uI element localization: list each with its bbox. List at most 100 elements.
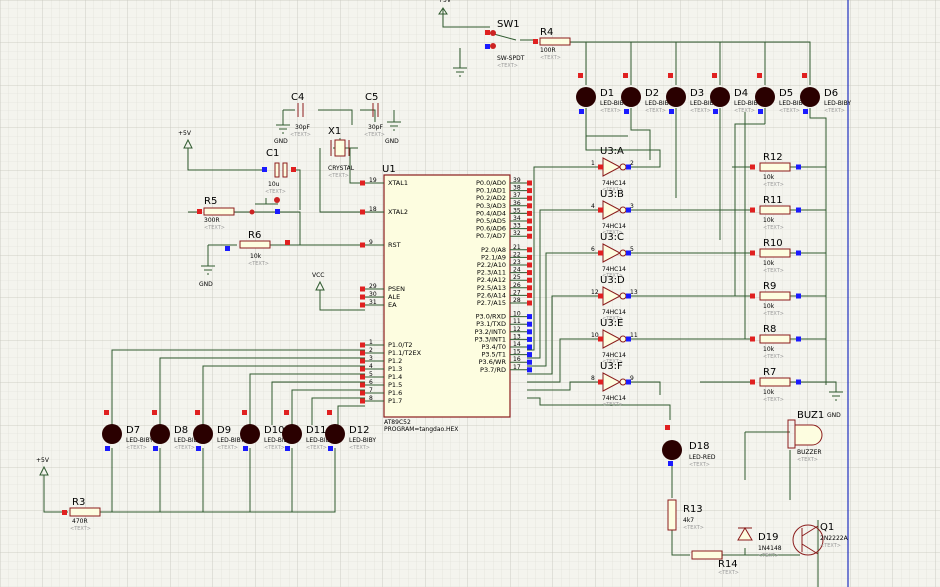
led-body <box>800 87 820 107</box>
inverter-part: 74HC14 <box>602 266 626 273</box>
mcu-pin-number: 26 <box>513 282 521 289</box>
gnd-c5-label: GND <box>385 138 399 145</box>
pin-marker <box>527 203 532 209</box>
mcu-pin-number: 24 <box>513 267 521 274</box>
buz1-ref: BUZ1 <box>797 410 824 421</box>
mcu-program: PROGRAM=tangdao.HEX <box>384 426 458 433</box>
mcu-pin-number: 12 <box>513 326 521 333</box>
pin-marker <box>360 242 365 248</box>
pin-marker <box>360 342 365 348</box>
resistor-value: 10k <box>763 303 775 310</box>
plus5v-top-label: +5V <box>438 0 452 4</box>
pin-marker <box>360 302 365 308</box>
led-text: <TEXT> <box>349 445 370 451</box>
led-part: LED-BIBY <box>126 437 153 444</box>
vcc-label: VCC <box>312 272 324 279</box>
r3-value: 470R <box>72 518 88 525</box>
gnd-c4-label: GND <box>274 138 288 145</box>
inverter-bubble <box>619 292 627 300</box>
pin-marker <box>360 209 365 215</box>
led-ref: D8 <box>174 425 188 436</box>
mcu-pin-number: 27 <box>513 289 521 296</box>
pin-marker <box>598 336 603 342</box>
c4-text: <TEXT> <box>290 132 311 138</box>
r14-ref: R14 <box>718 559 738 570</box>
inverter-part: 74HC14 <box>602 223 626 230</box>
led-text: <TEXT> <box>264 445 285 451</box>
mcu-pin-name: ALE <box>388 293 400 301</box>
sw1-text: <TEXT> <box>497 63 518 69</box>
pin-marker <box>624 109 629 114</box>
resistor-value: 10k <box>763 346 775 353</box>
pin-marker <box>527 344 532 350</box>
pin-marker <box>527 321 532 327</box>
inverter-bubble <box>619 163 627 171</box>
mcu-pin-number: 3 <box>369 355 373 362</box>
pin-marker <box>750 336 755 342</box>
gnd-right-label: GND <box>827 412 841 419</box>
inverter-ref: U3:C <box>600 232 624 243</box>
mcu-pin-name: P3.7/RD <box>480 366 506 374</box>
pin-marker <box>527 285 532 291</box>
mcu-pin-number: 4 <box>369 363 373 370</box>
mcu-pin-name: P1.0/T2 <box>388 341 413 349</box>
mcu-pin-number: 16 <box>513 356 521 363</box>
pin-marker <box>527 226 532 232</box>
schematic-canvas[interactable]: U1 AT89C52 PROGRAM=tangdao.HEX XTAL119XT… <box>0 0 940 587</box>
inverter-part: 74HC14 <box>602 309 626 316</box>
pin-marker <box>243 446 248 451</box>
pin-marker <box>598 207 603 213</box>
pin-marker <box>360 286 365 292</box>
led-text: <TEXT> <box>645 108 666 114</box>
pin-marker <box>152 410 157 415</box>
resistor-text: <TEXT> <box>763 268 784 274</box>
mcu-pin-number: 2 <box>369 347 373 354</box>
mcu-u1[interactable]: U1 AT89C52 PROGRAM=tangdao.HEX XTAL119XT… <box>360 164 532 433</box>
mcu-pin-name: EA <box>388 301 397 309</box>
pin-marker <box>360 180 365 186</box>
pin-marker <box>803 109 808 114</box>
pin-marker <box>527 218 532 224</box>
q1-text: <TEXT> <box>820 543 841 549</box>
mcu-pin-name: P1.6 <box>388 389 402 397</box>
resistor-body <box>759 248 791 258</box>
resistor-body <box>759 334 791 344</box>
inverter-part: 74HC14 <box>602 395 626 402</box>
led-ref: D10 <box>264 425 284 436</box>
pin-marker <box>527 329 532 335</box>
pin-marker <box>796 164 801 170</box>
mcu-pin-name: RST <box>388 241 401 249</box>
r6-text: <TEXT> <box>248 261 269 267</box>
r4-text: <TEXT> <box>540 55 561 61</box>
mcu-pin-number: 13 <box>513 333 521 340</box>
pin-marker <box>712 73 717 78</box>
led-ref: D2 <box>645 88 659 99</box>
pin-marker <box>285 446 290 451</box>
q1-part: 2N2222A <box>820 535 849 542</box>
inverter-pin-out: 13 <box>630 289 638 296</box>
pin-marker <box>105 446 110 451</box>
pin-marker <box>713 109 718 114</box>
mcu-pin-name: P1.2 <box>388 357 402 365</box>
resistor-value: 10k <box>763 260 775 267</box>
led-body <box>576 87 596 107</box>
pin-marker <box>527 247 532 253</box>
mcu-pin-number: 31 <box>369 299 377 306</box>
pin-marker <box>360 358 365 364</box>
mcu-pin-number: 36 <box>513 200 521 207</box>
c5-ref: C5 <box>365 92 378 103</box>
mcu-pin-number: 8 <box>369 395 373 402</box>
led-part: LED-BIBY <box>217 437 244 444</box>
mcu-pin-name: XTAL2 <box>388 208 408 216</box>
mcu-pin-name: P1.7 <box>388 397 402 405</box>
pin-marker <box>796 293 801 299</box>
resistor-value: 10k <box>763 389 775 396</box>
led-text: <TEXT> <box>779 108 800 114</box>
pin-marker <box>527 367 532 373</box>
pin-marker <box>153 446 158 451</box>
mcu-pin-number: 29 <box>369 283 377 290</box>
inverter-ref: U3:A <box>600 146 624 157</box>
pin-marker <box>328 446 333 451</box>
mcu-pin-number: 5 <box>369 371 373 378</box>
resistor-text: <TEXT> <box>763 311 784 317</box>
